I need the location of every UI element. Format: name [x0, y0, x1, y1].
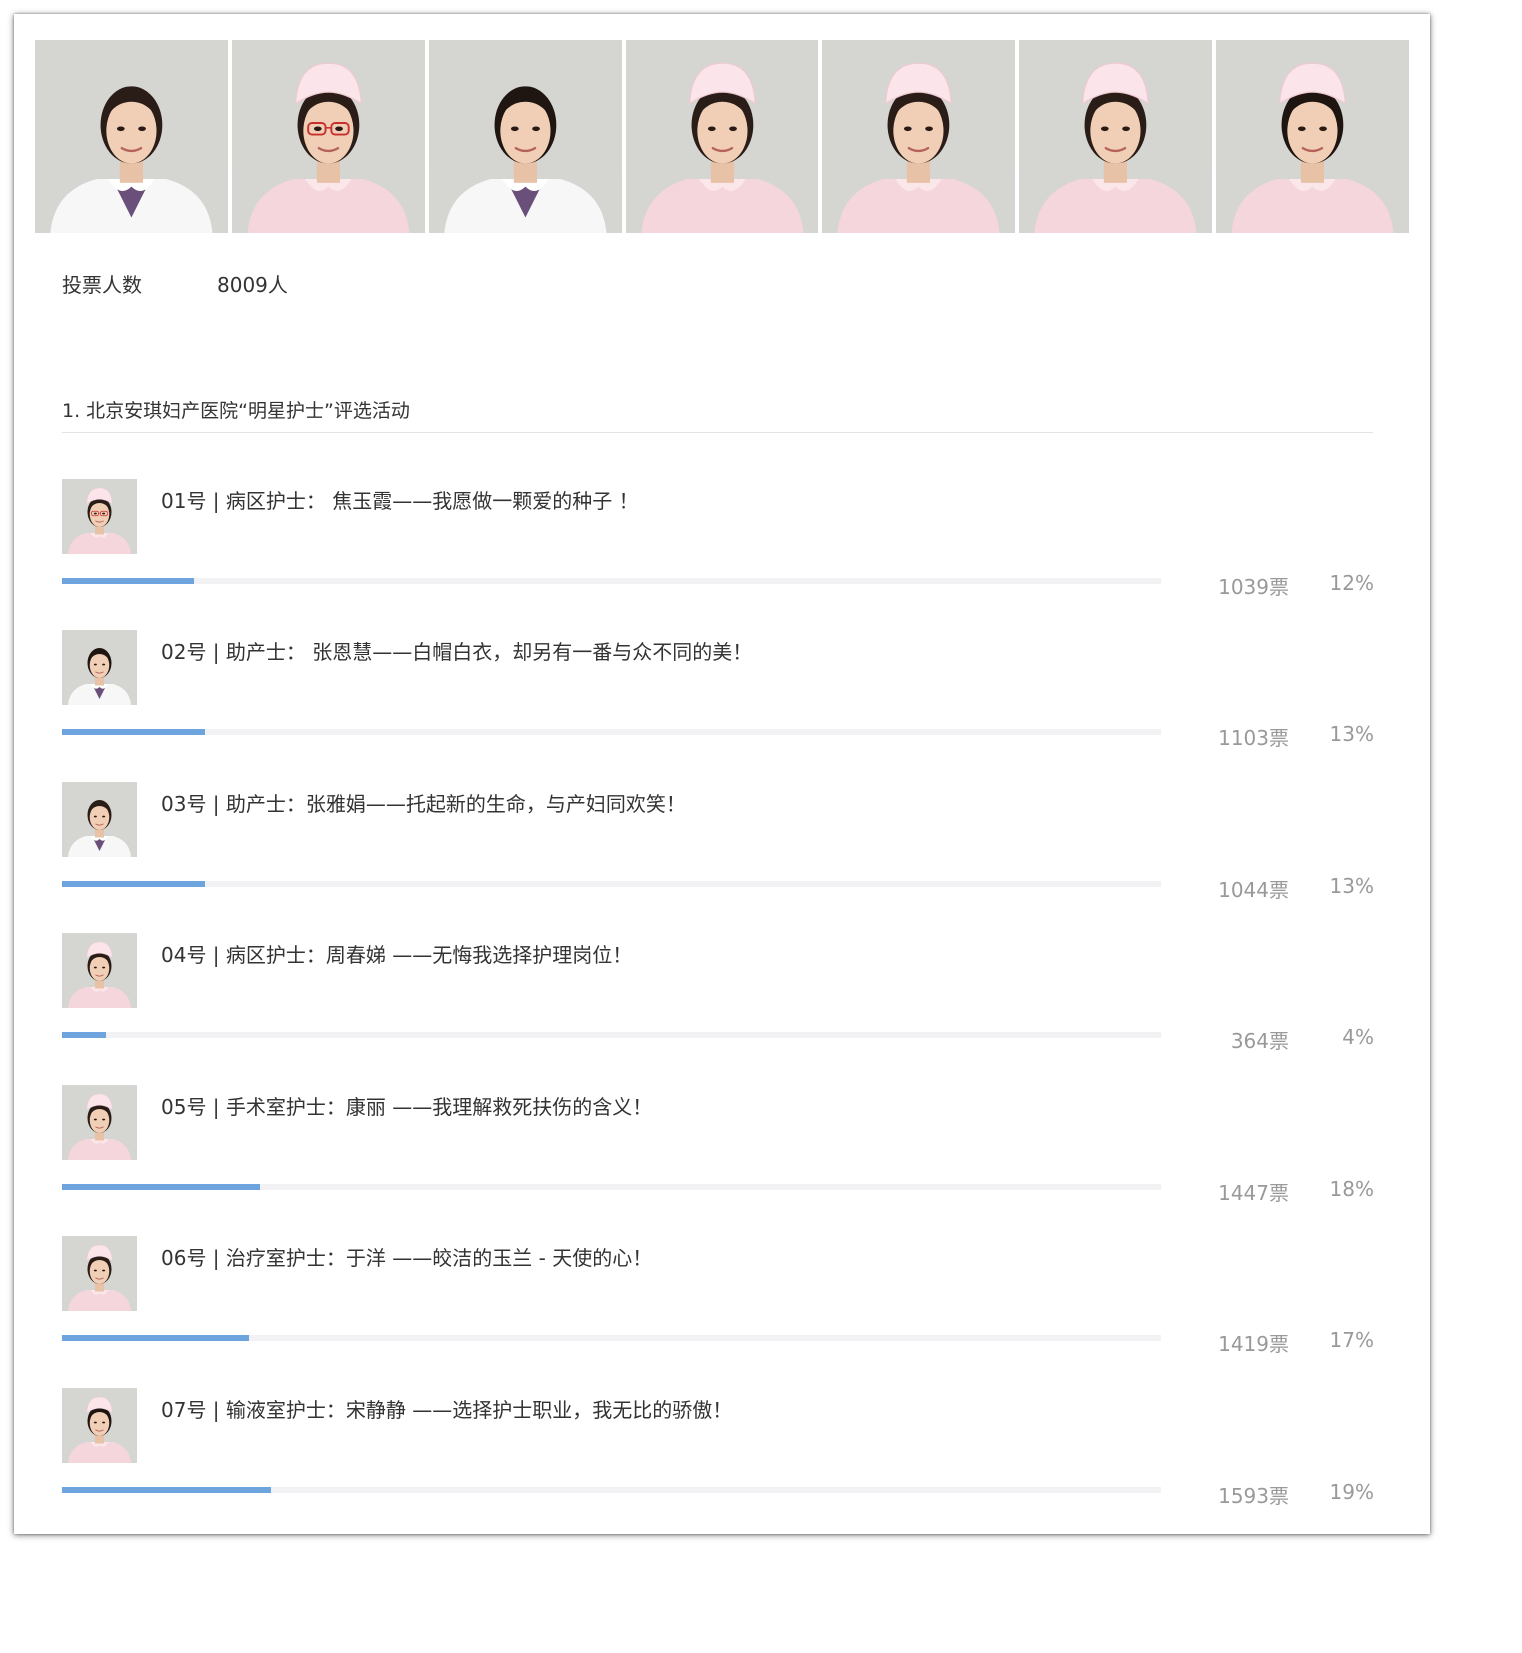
option-label: 02号 | 助产士： 张恩慧——白帽白衣，却另有一番与众不同的美！ — [161, 640, 753, 664]
vote-percent: 12% — [1329, 571, 1374, 595]
vote-percent: 19% — [1329, 1480, 1374, 1504]
banner-photo-3 — [428, 40, 622, 233]
banner-photo-6 — [1019, 40, 1213, 233]
voter-count-value: 8009人 — [217, 273, 288, 297]
option-photo — [62, 782, 137, 857]
option-photo — [62, 1085, 137, 1160]
voter-count-label: 投票人数 — [62, 273, 142, 297]
option-label: 03号 | 助产士：张雅娟——托起新的生命，与产妇同欢笑！ — [161, 792, 686, 816]
result-bar-fill — [62, 1487, 271, 1493]
result-bar-fill — [62, 729, 205, 735]
vote-percent: 4% — [1342, 1025, 1374, 1049]
question-title: 1. 北京安琪妇产医院“明星护士”评选活动 — [62, 400, 410, 422]
result-bar-fill — [62, 1032, 106, 1038]
result-bar-track — [62, 881, 1161, 887]
option-row: 07号 | 输液室护士：宋静静 ——选择护士职业，我无比的骄傲！ 1593票 1… — [62, 1388, 1374, 1518]
option-row: 06号 | 治疗室护士：于洋 ——皎洁的玉兰 - 天使的心！ 1419票 17% — [62, 1236, 1374, 1366]
vote-count: 1447票 — [1218, 1181, 1289, 1205]
vote-count: 1039票 — [1218, 575, 1289, 599]
result-bar-track — [62, 1335, 1161, 1341]
option-label: 06号 | 治疗室护士：于洋 ——皎洁的玉兰 - 天使的心！ — [161, 1246, 653, 1270]
option-photo — [62, 1388, 137, 1463]
banner-photo-5 — [822, 40, 1016, 233]
vote-percent: 17% — [1329, 1328, 1374, 1352]
vote-results-card: 投票人数 8009人 1. 北京安琪妇产医院“明星护士”评选活动 01号 | 病… — [14, 14, 1430, 1534]
option-row: 02号 | 助产士： 张恩慧——白帽白衣，却另有一番与众不同的美！ 1103票 … — [62, 630, 1374, 760]
option-label: 04号 | 病区护士：周春娣 ——无悔我选择护理岗位！ — [161, 943, 633, 967]
result-bar-fill — [62, 578, 194, 584]
option-row: 04号 | 病区护士：周春娣 ——无悔我选择护理岗位！ 364票 4% — [62, 933, 1374, 1063]
result-bar-track — [62, 1032, 1161, 1038]
nurse-photo-banner — [35, 40, 1410, 233]
option-photo — [62, 933, 137, 1008]
option-label: 01号 | 病区护士： 焦玉霞——我愿做一颗爱的种子 ！ — [161, 489, 639, 513]
result-bar-track — [62, 1184, 1161, 1190]
option-label: 07号 | 输液室护士：宋静静 ——选择护士职业，我无比的骄傲！ — [161, 1398, 733, 1422]
banner-photo-2 — [231, 40, 425, 233]
result-bar-fill — [62, 1184, 260, 1190]
option-row: 03号 | 助产士：张雅娟——托起新的生命，与产妇同欢笑！ 1044票 13% — [62, 782, 1374, 912]
vote-percent: 13% — [1329, 874, 1374, 898]
vote-count: 364票 — [1230, 1029, 1289, 1053]
banner-photo-1 — [35, 40, 228, 233]
banner-photo-4 — [625, 40, 819, 233]
vote-count: 1103票 — [1218, 726, 1289, 750]
question-divider — [62, 432, 1373, 433]
option-label: 05号 | 手术室护士：康丽 ——我理解救死扶伤的含义！ — [161, 1095, 653, 1119]
result-bar-fill — [62, 881, 205, 887]
vote-count: 1044票 — [1218, 878, 1289, 902]
vote-count: 1593票 — [1218, 1484, 1289, 1508]
result-bar-track — [62, 1487, 1161, 1493]
vote-percent: 18% — [1329, 1177, 1374, 1201]
option-photo — [62, 479, 137, 554]
option-row: 05号 | 手术室护士：康丽 ——我理解救死扶伤的含义！ 1447票 18% — [62, 1085, 1374, 1215]
result-bar-track — [62, 729, 1161, 735]
banner-photo-7 — [1216, 40, 1410, 233]
result-bar-fill — [62, 1335, 249, 1341]
vote-percent: 13% — [1329, 722, 1374, 746]
voter-count: 投票人数 8009人 — [62, 269, 288, 298]
vote-count: 1419票 — [1218, 1332, 1289, 1356]
option-photo — [62, 1236, 137, 1311]
option-photo — [62, 630, 137, 705]
option-row: 01号 | 病区护士： 焦玉霞——我愿做一颗爱的种子 ！ 1039票 12% — [62, 479, 1374, 609]
result-bar-track — [62, 578, 1161, 584]
